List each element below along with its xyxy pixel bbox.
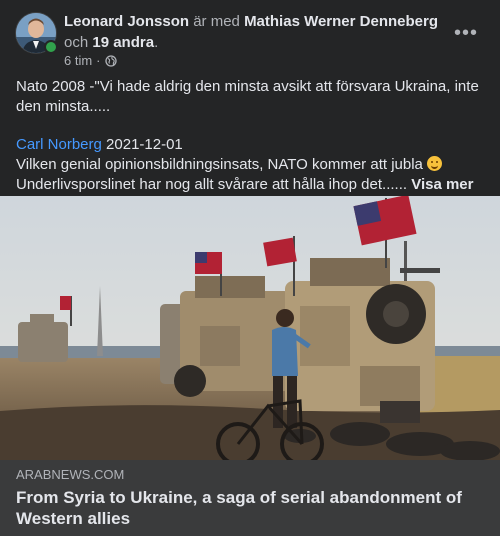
post-line-2: Vilken genial opinionsbildningsinsats, N…	[16, 156, 423, 173]
link-headline: From Syria to Ukraine, a saga of serial …	[16, 488, 462, 528]
post-attribution: Leonard Jonsson är med Mathias Werner De…	[64, 11, 444, 53]
link-domain: ARABNEWS.COM	[16, 467, 125, 482]
smirk-emoji-icon	[427, 156, 443, 171]
link-preview-image[interactable]	[0, 196, 500, 460]
quote-date: 2021-12-01	[106, 136, 183, 153]
post-header: Leonard Jonsson är med Mathias Werner De…	[0, 0, 500, 72]
tagged-person[interactable]: Mathias Werner Denneberg	[244, 13, 438, 30]
with-text: är med	[193, 13, 240, 30]
attribution-end: .	[154, 34, 159, 51]
and-text: och	[64, 34, 89, 51]
online-status-dot	[44, 40, 58, 54]
post-card: Leonard Jonsson är med Mathias Werner De…	[0, 0, 500, 536]
quote-author-link[interactable]: Carl Norberg	[16, 136, 102, 153]
link-preview-box[interactable]: ARABNEWS.COM From Syria to Ukraine, a sa…	[0, 460, 500, 536]
post-line-3: Underlivsporslinet har nog allt svårare …	[16, 176, 408, 193]
others-link[interactable]: 19 andra	[92, 34, 154, 51]
post-time[interactable]: 6 tim	[64, 53, 92, 68]
post-line-1: Nato 2008 -"Vi hade aldrig den minsta av…	[16, 78, 479, 115]
post-text: Nato 2008 -"Vi hade aldrig den minsta av…	[16, 77, 486, 195]
more-options-button[interactable]: •••	[454, 22, 478, 45]
post-meta: 6 tim ·	[64, 53, 117, 68]
author-name[interactable]: Leonard Jonsson	[64, 13, 189, 30]
post-quote: Carl Norberg 2021-12-01 Vilken genial op…	[16, 135, 486, 195]
globe-icon	[104, 54, 117, 67]
military-convoy-photo	[0, 196, 500, 460]
meta-separator: ·	[96, 53, 101, 68]
see-more-link[interactable]: Visa mer	[411, 176, 473, 193]
